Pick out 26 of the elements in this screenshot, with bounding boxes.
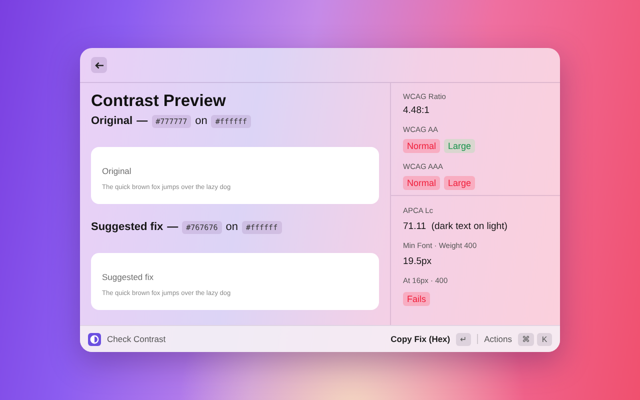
card-title: Original: [102, 166, 132, 176]
metric-value: 4.48:1: [403, 105, 430, 116]
shortcut-key: ⌘: [518, 332, 534, 346]
copy-fix-button[interactable]: Copy Fix (Hex): [390, 334, 450, 344]
status-badge: Large: [444, 176, 476, 190]
metric-value: 19.5px: [403, 256, 433, 267]
card-title: Suggested fix: [102, 272, 155, 282]
page-title: Contrast Preview: [91, 92, 227, 111]
connector-word: on: [226, 221, 238, 233]
command-name: Check Contrast: [107, 334, 167, 344]
sample-label: Original: [91, 115, 133, 127]
shortcut-key: K: [537, 332, 552, 346]
enter-key: ↵: [456, 332, 472, 346]
status-badge: Large: [444, 139, 476, 153]
status-badge: Fails: [403, 292, 430, 306]
back-button[interactable]: [91, 57, 107, 73]
status-badge: Normal: [403, 176, 440, 190]
contrast-icon: [88, 332, 101, 346]
sample-label: Suggested fix: [91, 221, 164, 233]
status-badge: Normal: [403, 139, 440, 153]
dash-separator: —: [167, 221, 178, 233]
metric-value: 71.11 (dark text on light): [403, 221, 508, 232]
actions-button[interactable]: Actions: [484, 334, 512, 344]
dash-separator: —: [136, 115, 148, 127]
connector-word: on: [195, 115, 208, 127]
back-arrow-icon: [94, 62, 104, 68]
